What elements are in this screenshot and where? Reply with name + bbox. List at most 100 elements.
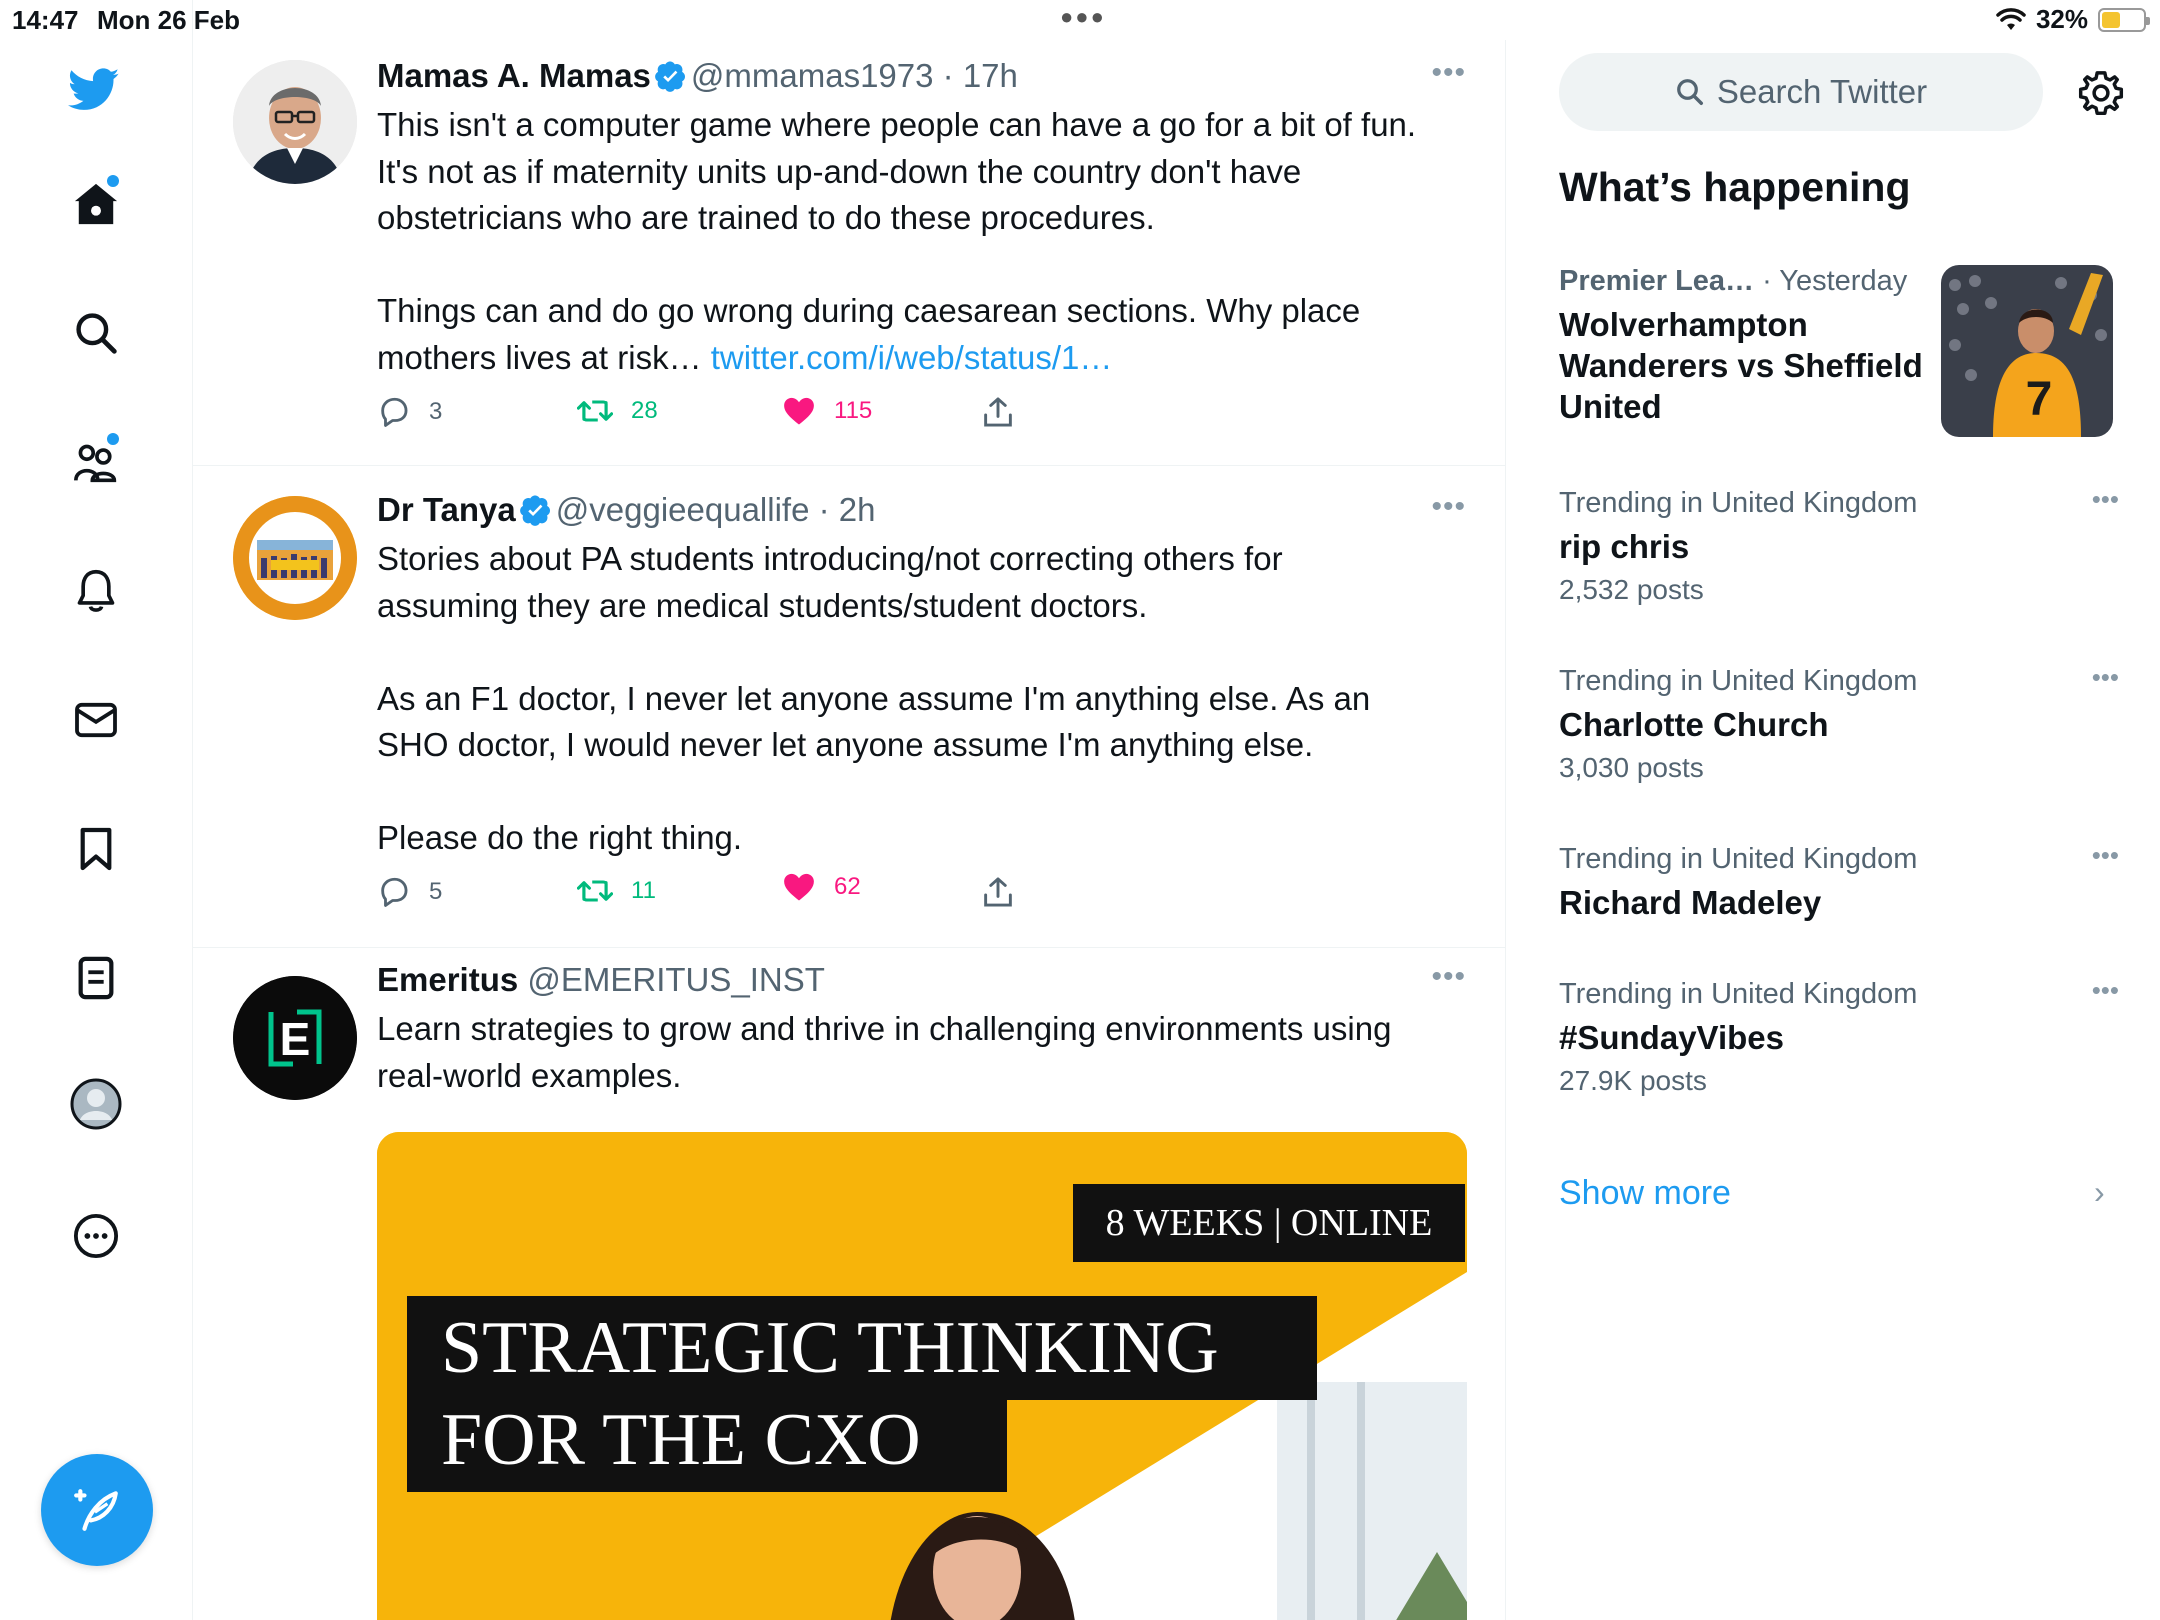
tweet-header: Dr Tanya @veggieequallife · 2h — [377, 488, 1467, 532]
compose-feather-icon — [74, 1489, 118, 1531]
tweet-header: Mamas A. Mamas @mmamas1973 · 17h — [377, 54, 1467, 98]
author-handle[interactable]: @EMERITUS_INST — [527, 961, 825, 998]
author-name[interactable]: Mamas A. Mamas — [377, 57, 651, 94]
search-input[interactable]: Search Twitter — [1559, 53, 2043, 131]
featured-trend[interactable]: Premier Lea… · Yesterday Wolverhampton W… — [1559, 262, 1939, 427]
search-placeholder: Search Twitter — [1716, 73, 1928, 110]
author-name[interactable]: Emeritus — [377, 961, 518, 998]
promoted-media-image[interactable]: 8 WEEKS | ONLINE STRATEGIC THINKING FOR … — [377, 1132, 1467, 1620]
media-headline-2: FOR THE CXO — [407, 1388, 1007, 1492]
share-icon — [984, 397, 1012, 427]
tweet-text-line: Things can and do go wrong during caesar… — [377, 292, 1361, 329]
reply-icon — [381, 397, 408, 427]
jersey-number: 7 — [2026, 373, 2053, 426]
tweet-text-line — [377, 242, 1467, 289]
battery-icon — [2098, 7, 2150, 32]
more-options-icon[interactable] — [70, 1210, 122, 1262]
trend-meta: Premier Lea… · Yesterday — [1559, 262, 1939, 300]
trend-title: #SundayVibes — [1559, 1019, 1784, 1056]
media-badge: 8 WEEKS | ONLINE — [1073, 1184, 1465, 1262]
like-count: 115 — [834, 397, 873, 424]
trend-meta: Trending in United Kingdom — [1559, 665, 1918, 697]
heart-filled-icon — [784, 397, 814, 425]
tweet-time[interactable]: · 2h — [819, 491, 876, 528]
retweet-icon — [577, 400, 613, 422]
avatar[interactable]: E — [233, 976, 357, 1100]
reply-button[interactable]: 3 — [377, 396, 442, 428]
verified-badge-icon — [519, 495, 550, 526]
twitter-logo-icon[interactable] — [68, 64, 120, 116]
author-handle[interactable]: @mmamas1973 — [691, 57, 934, 94]
bookmarks-icon[interactable] — [70, 823, 122, 875]
author-name[interactable]: Dr Tanya — [377, 491, 516, 528]
retweet-button[interactable]: 11 — [577, 876, 656, 906]
communities-unread-dot — [107, 433, 119, 445]
trend-meta: Trending in United Kingdom — [1559, 487, 1918, 519]
trend-title: Richard Madeley — [1559, 884, 1822, 921]
tweet[interactable]: Dr Tanya @veggieequallife · 2h Stories ab… — [193, 466, 1505, 948]
trend-item[interactable]: Trending in United Kingdom rip chris 2,5… — [1559, 484, 2119, 609]
trend-meta: Trending in United Kingdom — [1559, 843, 1918, 875]
share-button[interactable] — [982, 396, 1014, 428]
tweet-time[interactable]: · 17h — [943, 57, 1018, 94]
notifications-bell-icon[interactable] — [70, 565, 122, 617]
media-headline-1: STRATEGIC THINKING — [407, 1296, 1317, 1400]
tweet-link[interactable]: twitter.com/i/web/status/1… — [711, 339, 1113, 376]
avatar-letter: E — [280, 1013, 311, 1065]
tweet-more-icon[interactable]: ••• — [1431, 490, 1466, 524]
whats-happening-title: What’s happening — [1559, 164, 1911, 210]
timeline[interactable]: Mamas A. Mamas @mmamas1973 · 17h This isn… — [193, 40, 1506, 1620]
right-sidebar: Search Twitter What’s happening Premier … — [1507, 40, 2160, 1620]
search-icon — [1676, 79, 1703, 105]
reply-count: 3 — [429, 398, 443, 425]
trend-meta: Trending in United Kingdom — [1559, 978, 1918, 1010]
retweet-button[interactable]: 28 — [577, 396, 658, 426]
trend-item[interactable]: Trending in United Kingdom Charlotte Chu… — [1559, 662, 2119, 787]
share-button[interactable] — [982, 876, 1014, 908]
like-button[interactable]: 62 — [782, 872, 861, 902]
tweet[interactable]: Mamas A. Mamas @mmamas1973 · 17h This isn… — [193, 40, 1505, 466]
tweet-actions: 3 28 115 — [377, 396, 1077, 436]
wifi-icon — [1996, 7, 2026, 30]
trend-posts: 3,030 posts — [1559, 752, 1704, 783]
explore-search-icon[interactable] — [70, 307, 122, 359]
avatar[interactable] — [233, 60, 357, 184]
settings-gear-icon[interactable] — [2078, 70, 2124, 116]
show-more-link[interactable]: Show more — [1559, 1174, 1731, 1213]
tweet-actions: 5 11 62 — [377, 873, 1077, 916]
tweet-text: Stories about PA students introducing/no… — [377, 540, 1371, 856]
trend-item[interactable]: Trending in United Kingdom #SundayVibes … — [1559, 975, 2119, 1100]
share-icon — [984, 877, 1012, 907]
author-handle[interactable]: @veggieequallife — [556, 491, 810, 528]
trend-posts: 27.9K posts — [1559, 1065, 1707, 1096]
tweet-text-line: obstetricians who are trained to do thes… — [377, 199, 1155, 236]
home-unread-dot — [107, 175, 119, 187]
status-right: 32% — [1996, 4, 2150, 35]
trend-category: Premier Lea… — [1559, 265, 1755, 297]
messages-envelope-icon[interactable] — [70, 694, 122, 746]
trend-more-icon[interactable]: ••• — [2092, 840, 2119, 871]
featured-trend-image[interactable]: 7 — [1941, 265, 2113, 437]
tweet-header: Emeritus @EMERITUS_INST — [377, 958, 1467, 1002]
multitasking-dots-icon[interactable]: ●●● — [1060, 4, 1106, 30]
compose-tweet-button[interactable] — [41, 1454, 153, 1566]
tweet-more-icon[interactable]: ••• — [1431, 960, 1466, 994]
tweet-text: This isn't a computer game where people … — [377, 102, 1467, 381]
lists-icon[interactable] — [70, 952, 122, 1004]
avatar[interactable] — [233, 496, 357, 620]
tweet-more-icon[interactable]: ••• — [1431, 56, 1466, 90]
trend-title: rip chris — [1559, 528, 1690, 565]
reply-count: 5 — [429, 878, 443, 905]
tweet-body: Mamas A. Mamas @mmamas1973 · 17h This isn… — [377, 54, 1467, 381]
like-button[interactable]: 115 — [782, 396, 872, 426]
trend-item[interactable]: Trending in United Kingdom Richard Madel… — [1559, 840, 2119, 923]
trend-more-icon[interactable]: ••• — [2092, 975, 2119, 1006]
trend-more-icon[interactable]: ••• — [2092, 484, 2119, 515]
trend-more-icon[interactable]: ••• — [2092, 662, 2119, 693]
retweet-icon — [577, 880, 613, 902]
tweet-text-line: It's not as if maternity units up-and-do… — [377, 152, 1302, 190]
profile-avatar-icon[interactable] — [70, 1078, 122, 1130]
chevron-right-icon: › — [2094, 1174, 2105, 1210]
reply-button[interactable]: 5 — [377, 876, 442, 908]
tweet-text-line: This isn't a computer game where people … — [377, 106, 1417, 143]
